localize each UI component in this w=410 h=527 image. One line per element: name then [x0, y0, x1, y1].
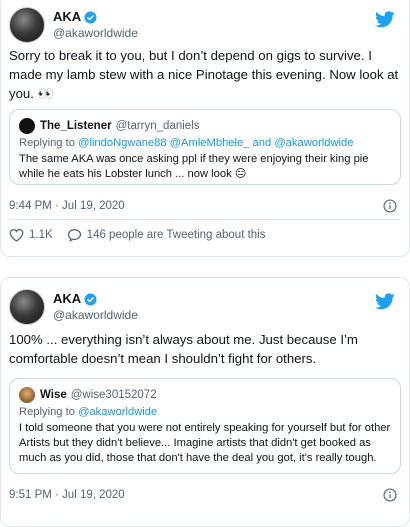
twitter-bird-icon[interactable] [375, 293, 395, 310]
divider [9, 219, 401, 220]
tweet-header: AKA @akaworldwide [9, 7, 138, 43]
replying-to: Replying to @lindoNgwane88 @AmleMbhele_ … [19, 137, 391, 149]
replying-to-label: Replying to [19, 137, 75, 149]
replying-to-handles[interactable]: @akaworldwide [78, 406, 157, 418]
quoted-author-name: The_Listener [40, 120, 112, 132]
quoted-author-handle: @tarryn_daniels [115, 120, 200, 132]
quoted-tweet[interactable]: The_Listener @tarryn_daniels Replying to… [9, 109, 401, 185]
like-button[interactable]: 1.1K [9, 228, 53, 242]
author-handle[interactable]: @akaworldwide [53, 307, 138, 323]
info-icon[interactable] [383, 488, 397, 502]
tweeting-about-text: 146 people are Tweeting about this [86, 229, 266, 241]
replying-to-label: Replying to [19, 406, 75, 418]
feed-gap [0, 257, 410, 277]
author-handle[interactable]: @akaworldwide [53, 25, 138, 41]
twitter-bird-icon[interactable] [375, 11, 395, 28]
timestamp[interactable]: 9:51 PM · Jul 19, 2020 [9, 489, 125, 501]
tweet-text: 100% ... everything isn’t always about m… [9, 332, 358, 366]
replying-to-handles[interactable]: @lindoNgwane88 @AmleMbhele_ and @akaworl… [78, 137, 353, 149]
author-name[interactable]: AKA [53, 291, 81, 307]
info-icon[interactable] [383, 199, 397, 213]
tweet-card-2: AKA @akaworldwide 100% ... everything is… [0, 277, 410, 527]
quoted-avatar [19, 387, 35, 403]
quoted-avatar [19, 118, 35, 134]
tweet-header: AKA @akaworldwide [9, 289, 138, 325]
tweet-text: Sorry to break it to you, but I don’t de… [9, 48, 399, 101]
tweeting-about-link[interactable]: 146 people are Tweeting about this [67, 228, 266, 242]
avatar[interactable] [9, 289, 45, 325]
like-count: 1.1K [29, 229, 53, 241]
timestamp[interactable]: 9:44 PM · Jul 19, 2020 [9, 200, 125, 212]
quoted-text: The same AKA was once asking ppl if they… [19, 153, 369, 180]
verified-badge-icon [84, 11, 97, 23]
tweet-card-1: AKA @akaworldwide Sorry to break it to y… [0, 0, 410, 257]
avatar[interactable] [9, 7, 45, 43]
heart-icon [9, 228, 24, 242]
quoted-author-handle: @wise30152072 [70, 389, 157, 401]
quoted-text: I told someone that you were not entirel… [19, 422, 391, 464]
quoted-tweet[interactable]: Wise @wise30152072 Replying to @akaworld… [9, 378, 401, 474]
verified-badge-icon [84, 293, 97, 305]
tweet-actions: 1.1K 146 people are Tweeting about this [9, 228, 279, 242]
comment-icon [67, 229, 81, 242]
replying-to: Replying to @akaworldwide [19, 406, 391, 418]
quoted-author-name: Wise [40, 389, 67, 401]
author-name[interactable]: AKA [53, 9, 81, 25]
